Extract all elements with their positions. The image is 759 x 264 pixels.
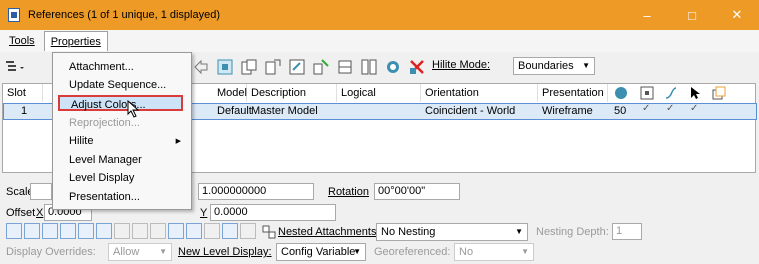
treat-as-element-icon[interactable] <box>712 86 726 103</box>
cell-presentation: Wireframe <box>542 105 593 117</box>
nested-attachments-icon <box>262 225 276 242</box>
mask-icon[interactable] <box>336 58 354 79</box>
offset-label: Offset <box>6 207 36 219</box>
menu-item-hilite[interactable]: Hilite <box>69 133 93 149</box>
header-description[interactable]: Description <box>247 84 337 102</box>
menu-item-level-display[interactable]: Level Display <box>69 170 134 186</box>
title-bar: References (1 of 1 unique, 1 displayed) … <box>0 0 759 30</box>
header-model[interactable]: Model <box>213 84 247 102</box>
menu-tools[interactable]: Tools <box>3 31 41 51</box>
raster-icon[interactable] <box>114 223 130 239</box>
offset-x-label: X <box>36 207 44 219</box>
grid-icon[interactable] <box>150 223 166 239</box>
georeferenced-select[interactable]: No ▼ <box>454 243 534 261</box>
header-orientation[interactable]: Orientation <box>421 84 538 102</box>
menu-bar: Tools Properties <box>0 30 759 52</box>
georeferenced-label: Georeferenced: <box>374 246 451 258</box>
nested-attachments-select[interactable]: No Nesting ▼ <box>376 223 528 241</box>
locate-toggle-icon[interactable] <box>42 223 58 239</box>
menu-properties[interactable]: Properties <box>43 31 108 51</box>
book-icon[interactable] <box>240 223 256 239</box>
maximize-button[interactable]: □ <box>672 0 712 30</box>
nesting-depth-label: Nesting Depth: <box>536 226 609 238</box>
hilite-mode-select[interactable]: Boundaries ▼ <box>513 57 595 75</box>
scale-field-2[interactable]: 1.000000000 <box>198 183 314 200</box>
check-icon[interactable]: ✓ <box>642 103 650 114</box>
header-presentation[interactable]: Presentation <box>538 84 608 102</box>
offset-y-label: Y <box>200 207 208 219</box>
menu-item-presentation[interactable]: Presentation... <box>69 189 140 205</box>
offset-y-field[interactable]: 0.0000 <box>210 204 336 221</box>
tree-icon[interactable] <box>4 57 28 77</box>
delete-clip-icon[interactable] <box>360 58 378 79</box>
properties-menu: Attachment... Update Sequence... Adjust … <box>52 52 192 210</box>
chevron-down-icon: ▼ <box>521 247 529 256</box>
new-level-display-select[interactable]: Config Variable ▼ <box>276 243 366 261</box>
display-overrides-select[interactable]: Allow ▼ <box>108 243 172 261</box>
cell-logical <box>337 103 341 120</box>
display-overrides-label: Display Overrides: <box>6 246 96 258</box>
new-level-display-label: New Level Display: <box>178 246 272 258</box>
new-level-display-value: Config Variable <box>281 246 356 258</box>
hidden-icon[interactable] <box>204 223 220 239</box>
nested-attachments-value: No Nesting <box>381 226 436 238</box>
check-icon[interactable]: ✓ <box>690 103 698 114</box>
copy-icon[interactable] <box>240 58 258 79</box>
cell-orientation: Coincident - World <box>425 105 516 117</box>
header-logical[interactable]: Logical <box>337 84 421 102</box>
menu-item-update-sequence[interactable]: Update Sequence... <box>69 77 166 93</box>
snap-icon[interactable] <box>664 86 678 103</box>
camera-icon[interactable] <box>168 223 184 239</box>
line-weight-icon[interactable] <box>96 223 112 239</box>
cell-description: Master Model <box>251 105 318 117</box>
rotation-field[interactable]: 00°00'00" <box>374 183 460 200</box>
display-icon[interactable] <box>640 86 654 103</box>
close-button[interactable]: ✕ <box>717 0 757 30</box>
line-style-icon[interactable] <box>78 223 94 239</box>
window-title: References (1 of 1 unique, 1 displayed) <box>28 9 221 21</box>
light-icon[interactable] <box>186 223 202 239</box>
display-overrides-value: Allow <box>113 246 140 258</box>
color-icon[interactable] <box>614 86 628 103</box>
move-icon[interactable] <box>264 58 282 79</box>
clip-icon[interactable] <box>312 58 330 79</box>
scale-field-1[interactable] <box>30 183 52 200</box>
detach-icon[interactable] <box>408 58 426 79</box>
fit-icon[interactable] <box>216 58 234 79</box>
header-slot[interactable]: Slot <box>3 84 43 102</box>
cell-slot: 1 <box>21 105 28 117</box>
scale-icon[interactable] <box>288 58 306 79</box>
menu-item-attachment[interactable]: Attachment... <box>69 59 134 75</box>
cell-count: 50 <box>614 105 627 117</box>
chevron-down-icon: ▼ <box>582 61 590 70</box>
chevron-down-icon: ▼ <box>515 227 523 236</box>
nested-attachments-label: Nested Attachments: <box>278 226 380 238</box>
rotate-icon[interactable] <box>192 58 210 79</box>
app-icon <box>8 8 20 22</box>
minimize-button[interactable]: – <box>627 0 667 30</box>
menu-item-level-manager[interactable]: Level Manager <box>69 152 142 168</box>
menu-item-adjust-colors[interactable]: Adjust Colors... <box>58 95 183 111</box>
snap-toggle-icon[interactable] <box>24 223 40 239</box>
scale-line-icon[interactable] <box>132 223 148 239</box>
rotation-label: Rotation <box>328 186 369 198</box>
check-icon[interactable]: ✓ <box>666 103 674 114</box>
hilite-mode-label: Hilite Mode: <box>432 59 491 71</box>
reload-icon[interactable] <box>384 58 402 79</box>
locate-icon[interactable] <box>688 86 702 103</box>
text-icon[interactable] <box>222 223 238 239</box>
nesting-depth-field[interactable]: 1 <box>612 223 642 240</box>
georeferenced-value: No <box>459 246 474 258</box>
display-toggle-icon[interactable] <box>6 223 22 239</box>
hilite-mode-value: Boundaries <box>518 60 574 72</box>
chevron-right-icon: ▶ <box>175 138 181 145</box>
chevron-down-icon: ▼ <box>353 247 361 256</box>
element-toggle-icon[interactable] <box>60 223 76 239</box>
chevron-down-icon: ▼ <box>159 247 167 256</box>
